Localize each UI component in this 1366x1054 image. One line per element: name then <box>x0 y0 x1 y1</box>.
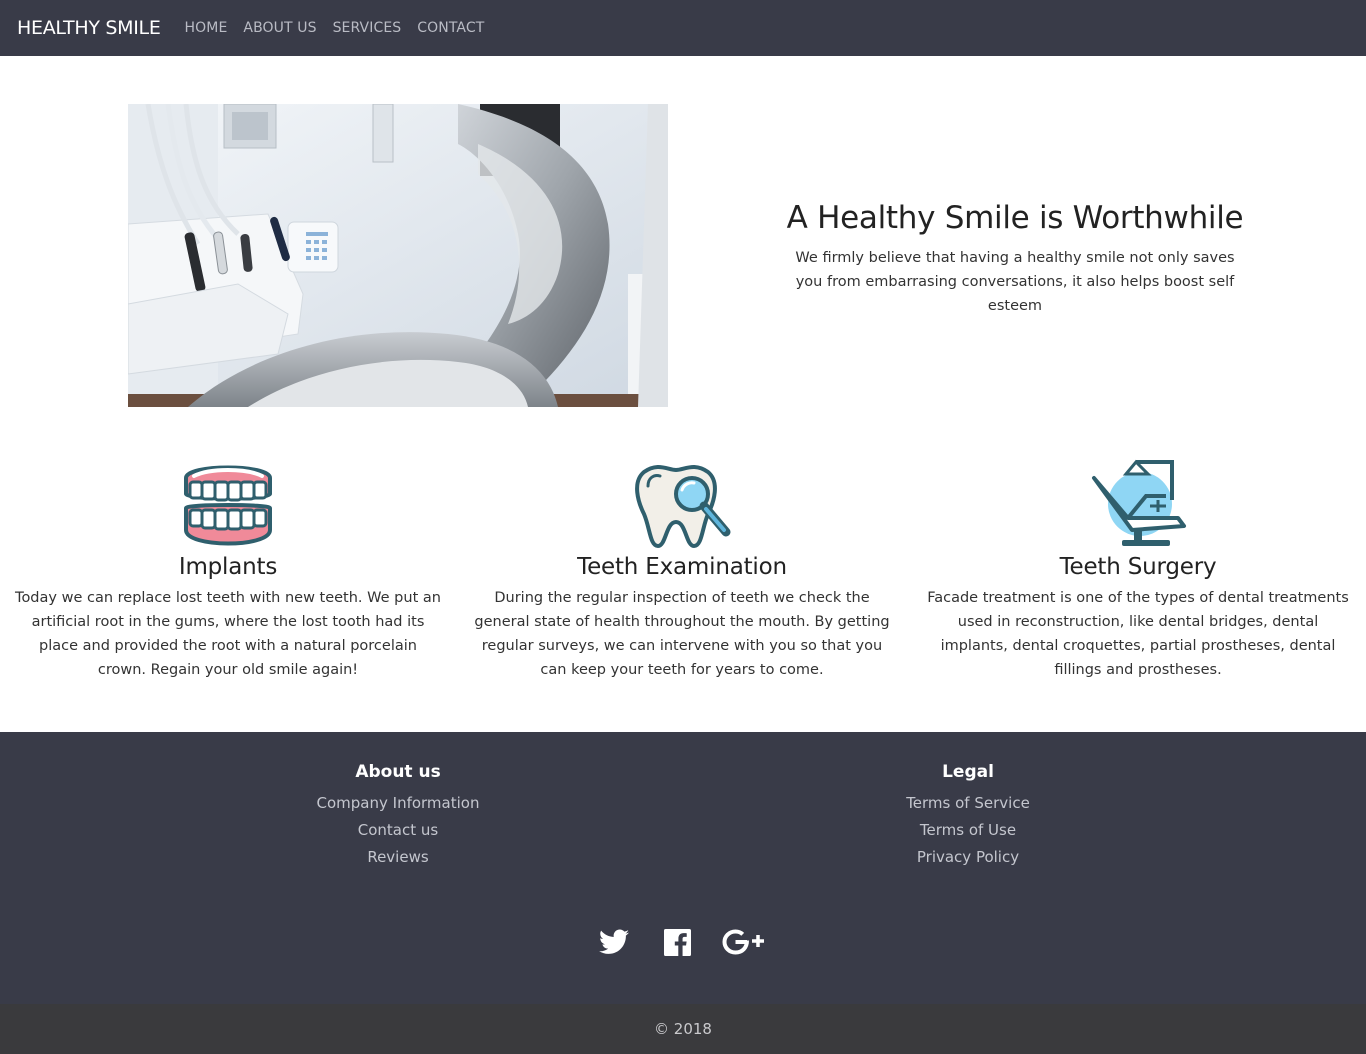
tooth-magnifier-icon <box>468 456 896 548</box>
footer-about-column: About us Company Information Contact us … <box>248 762 548 871</box>
copyright-text: © 2018 <box>654 1020 712 1038</box>
social-links <box>598 928 766 956</box>
google-plus-icon[interactable] <box>722 928 766 956</box>
navbar: HEALTHY SMILE HOME ABOUT US SERVICES CON… <box>0 0 1366 56</box>
copyright-bar: © 2018 <box>0 1004 1366 1054</box>
nav-link-about-us[interactable]: ABOUT US <box>243 20 316 36</box>
service-description: During the regular inspection of teeth w… <box>474 590 890 678</box>
footer-legal-column: Legal Terms of Service Terms of Use Priv… <box>818 762 1118 871</box>
hero-text: A Healthy Smile is Worthwhile We firmly … <box>770 200 1260 318</box>
service-description: Today we can replace lost teeth with new… <box>15 590 441 678</box>
hero-subtitle: We firmly believe that having a healthy … <box>795 250 1235 314</box>
footer-link-reviews[interactable]: Reviews <box>248 844 548 871</box>
service-implants: Implants Today we can replace lost teeth… <box>14 456 442 682</box>
service-title: Implants <box>178 554 278 580</box>
service-title: Teeth Surgery <box>1059 554 1217 580</box>
service-teeth-examination: Teeth Examination During the regular ins… <box>468 456 896 682</box>
nav-link-contact[interactable]: CONTACT <box>417 20 484 36</box>
footer-link-terms-of-use[interactable]: Terms of Use <box>818 817 1118 844</box>
nav-link-services[interactable]: SERVICES <box>333 20 402 36</box>
nav-link-home[interactable]: HOME <box>185 20 228 36</box>
footer-heading-legal: Legal <box>942 762 994 782</box>
dentures-icon <box>14 456 442 548</box>
service-title: Teeth Examination <box>577 554 787 580</box>
twitter-icon[interactable] <box>598 928 630 956</box>
brand-logo[interactable]: HEALTHY SMILE <box>17 17 161 39</box>
dental-chair-icon <box>924 456 1352 548</box>
dental-office-illustration <box>128 104 668 407</box>
hero-title: A Healthy Smile is Worthwhile <box>786 200 1244 236</box>
service-description: Facade treatment is one of the types of … <box>927 590 1349 678</box>
footer-link-privacy-policy[interactable]: Privacy Policy <box>818 844 1118 871</box>
footer-heading-about: About us <box>355 762 441 782</box>
footer-link-terms-of-service[interactable]: Terms of Service <box>818 790 1118 817</box>
footer: About us Company Information Contact us … <box>0 732 1366 1004</box>
nav-links: HOME ABOUT US SERVICES CONTACT <box>185 20 501 36</box>
footer-link-contact-us[interactable]: Contact us <box>248 817 548 844</box>
footer-link-company-information[interactable]: Company Information <box>248 790 548 817</box>
hero-image <box>128 104 668 407</box>
service-teeth-surgery: Teeth Surgery Facade treatment is one of… <box>924 456 1352 682</box>
facebook-icon[interactable] <box>662 928 692 956</box>
